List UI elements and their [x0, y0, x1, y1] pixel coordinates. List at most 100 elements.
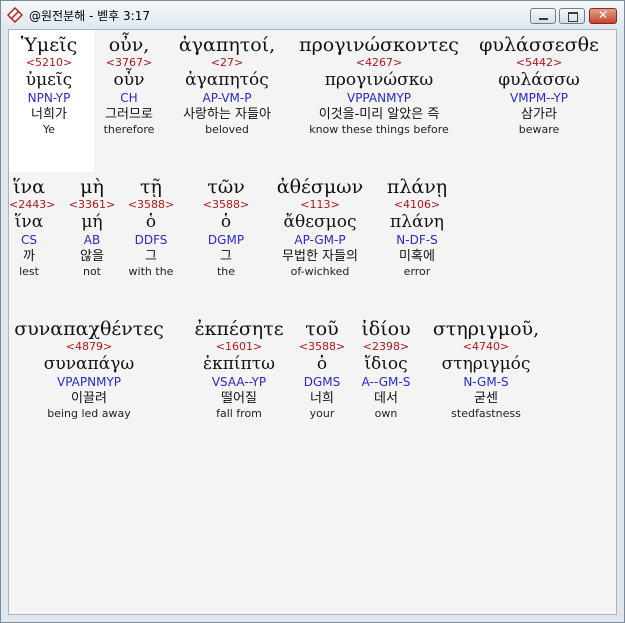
strong-number[interactable]: <3767>: [89, 56, 169, 70]
korean-gloss: 까: [23, 249, 35, 264]
lemma: μή: [81, 212, 103, 232]
lemma: ἵνα: [14, 212, 44, 232]
word-block[interactable]: πλάνῃ <4106> πλάνη N-DF-S 미혹에 error: [377, 176, 457, 279]
english-gloss: therefore: [103, 123, 155, 136]
strong-number[interactable]: <4740>: [421, 340, 551, 354]
strong-number[interactable]: <2443>: [9, 198, 55, 212]
word-block[interactable]: ἐκπέσητε <1601> ἐκπίπτω VSAA--YP 떨어질 fal…: [179, 318, 299, 421]
lemma: ὁ: [316, 354, 328, 374]
strong-number[interactable]: <113>: [265, 198, 375, 212]
strong-number[interactable]: <4106>: [377, 198, 457, 212]
english-gloss: know these things before: [309, 123, 449, 136]
greek-word: ἐκπέσητε: [194, 318, 284, 340]
word-block[interactable]: ἰδίου <2398> ἴδιος A--GM-S 데서 own: [351, 318, 421, 421]
english-gloss: lest: [19, 265, 39, 278]
greek-word: μὴ: [80, 176, 104, 198]
greek-word: πλάνῃ: [386, 176, 448, 198]
word-block[interactable]: συναπαχθέντες <4879> συναπάγω VPAPNMYP 이…: [9, 318, 169, 421]
word-block[interactable]: τῶν <3588> ὁ DGMP 그 the: [191, 176, 261, 279]
korean-gloss: 데서: [374, 391, 398, 406]
greek-word: ἀθέσμων: [276, 176, 364, 198]
close-icon: ✕: [597, 8, 609, 22]
strong-number[interactable]: <4267>: [289, 56, 469, 70]
word-block[interactable]: τῇ <3588> ὁ DDFS 그 with the: [121, 176, 181, 279]
word-block[interactable]: τοῦ <3588> ὁ DGMS 너희 your: [297, 318, 347, 421]
greek-word: προγινώσκοντες: [299, 34, 459, 56]
strong-number[interactable]: <3588>: [121, 198, 181, 212]
greek-word: οὖν,: [108, 34, 150, 56]
strong-number[interactable]: <3361>: [67, 198, 117, 212]
window-title: @원전분해 - 벧후 3:17: [29, 9, 150, 23]
parsing-code: AP-VM-P: [202, 91, 252, 105]
app-window: @원전분해 - 벧후 3:17 ✕ Ὑμεῖς <5210> ὑμεῖς NPN…: [0, 0, 625, 623]
english-gloss: beloved: [205, 123, 249, 136]
word-block[interactable]: ἀγαπητοί, <27> ἀγαπητός AP-VM-P 사랑하는 자들아…: [167, 34, 287, 137]
korean-gloss: 너희: [310, 391, 334, 406]
strong-number[interactable]: <3588>: [297, 340, 347, 354]
parsing-code: DDFS: [134, 233, 168, 247]
parsing-code: A--GM-S: [361, 375, 411, 389]
strong-number[interactable]: <5442>: [469, 56, 609, 70]
minimize-icon: [539, 18, 548, 20]
korean-gloss: 그: [220, 249, 232, 264]
maximize-button[interactable]: [559, 8, 585, 24]
greek-word: τῶν: [207, 176, 245, 198]
korean-gloss: 사랑하는 자들아: [183, 107, 271, 122]
title-bar[interactable]: @원전분해 - 벧후 3:17 ✕: [1, 1, 624, 29]
app-icon: [7, 7, 23, 23]
greek-word: τοῦ: [305, 318, 339, 340]
lemma: ὁ: [220, 212, 232, 232]
greek-word: Ὑμεῖς: [20, 34, 78, 56]
strong-number[interactable]: <1601>: [179, 340, 299, 354]
analysis-pane: Ὑμεῖς <5210> ὑμεῖς NPN-YP 너희가 Ye οὖν, <3…: [8, 29, 617, 615]
word-block[interactable]: ἵνα <2443> ἵνα CS 까 lest: [9, 176, 55, 279]
korean-gloss: 이끌려: [71, 391, 107, 406]
word-block[interactable]: προγινώσκοντες <4267> προγινώσκω VPPANMY…: [289, 34, 469, 137]
parsing-code: VMPM--YP: [510, 91, 568, 105]
word-block[interactable]: οὖν, <3767> οὖν CH 그러므로 therefore: [89, 34, 169, 137]
english-gloss: being led away: [47, 407, 131, 420]
word-block[interactable]: Ὑμεῖς <5210> ὑμεῖς NPN-YP 너희가 Ye: [9, 34, 89, 137]
parsing-code: AP-GM-P: [294, 233, 346, 247]
word-block[interactable]: μὴ <3361> μή AB 않을 not: [67, 176, 117, 279]
strong-number[interactable]: <5210>: [9, 56, 89, 70]
parsing-code: DGMS: [303, 375, 341, 389]
parsing-code: CH: [120, 91, 138, 105]
parsing-code: DGMP: [207, 233, 245, 247]
lemma: ἴδιος: [364, 354, 408, 374]
word-block[interactable]: ἀθέσμων <113> ἄθεσμος AP-GM-P 무법한 자들의 of…: [265, 176, 375, 279]
close-button[interactable]: ✕: [589, 8, 617, 24]
english-gloss: error: [403, 265, 431, 278]
english-gloss: not: [82, 265, 101, 278]
parsing-code: VSAA--YP: [211, 375, 267, 389]
korean-gloss: 이것을-미리 알았은 즉: [318, 107, 440, 122]
korean-gloss: 그: [145, 249, 157, 264]
korean-gloss: 그러므로: [105, 107, 153, 122]
strong-number[interactable]: <2398>: [351, 340, 421, 354]
english-gloss: Ye: [42, 123, 56, 136]
word-block[interactable]: στηριγμοῦ, <4740> στηριγμός N-GM-S 굳센 st…: [421, 318, 551, 421]
korean-gloss: 너희가: [31, 107, 67, 122]
lemma: πλάνη: [390, 212, 444, 232]
strong-number[interactable]: <27>: [167, 56, 287, 70]
english-gloss: with the: [128, 265, 174, 278]
greek-word: στηριγμοῦ,: [432, 318, 540, 340]
greek-word: τῇ: [140, 176, 162, 198]
parsing-code: N-GM-S: [463, 375, 509, 389]
maximize-icon: [568, 12, 578, 22]
strong-number[interactable]: <4879>: [9, 340, 169, 354]
english-gloss: beware: [518, 123, 560, 136]
parsing-code: VPPANMYP: [346, 91, 412, 105]
word-block[interactable]: φυλάσσεσθε <5442> φυλάσσω VMPM--YP 삼가라 b…: [469, 34, 609, 137]
korean-gloss: 굳센: [474, 391, 498, 406]
lemma: ὑμεῖς: [25, 70, 73, 90]
parsing-code: N-DF-S: [396, 233, 438, 247]
minimize-button[interactable]: [530, 8, 556, 24]
strong-number[interactable]: <3588>: [191, 198, 261, 212]
korean-gloss: 무법한 자들의: [282, 249, 358, 264]
lemma: συναπάγω: [43, 354, 135, 374]
parsing-code: NPN-YP: [27, 91, 71, 105]
korean-gloss: 떨어질: [221, 391, 257, 406]
parsing-code: VPAPNMYP: [56, 375, 122, 389]
lemma: ὁ: [145, 212, 157, 232]
